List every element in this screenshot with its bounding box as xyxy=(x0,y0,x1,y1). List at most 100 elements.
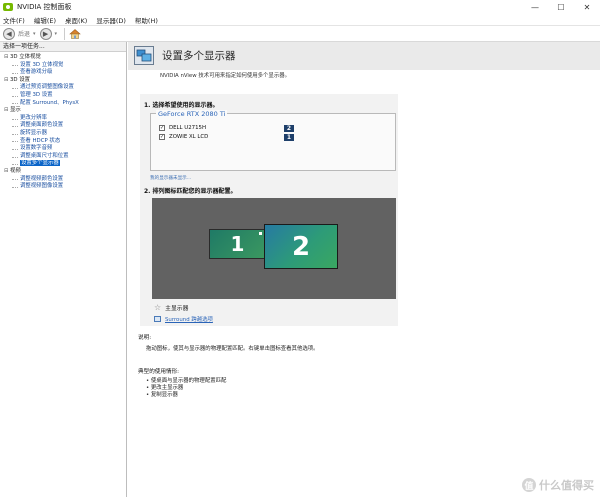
display-checkbox-dell[interactable]: ✓ xyxy=(159,125,165,131)
forward-arrow-icon: ▶ xyxy=(42,29,49,38)
monitor-2-label: 2 xyxy=(291,231,311,262)
task-panel: 选择一项任务... ⊟3D 立体视觉 设置 3D 立体视觉 查看游戏分级 ⊟3D… xyxy=(0,42,127,497)
window-title: NVIDIA 控制面板 xyxy=(17,3,72,11)
tree-item-desktop-size[interactable]: 调整桌面尺寸和位置 xyxy=(0,153,126,161)
step-2-heading: 2. 排列图标匹配您的显示器配置。 xyxy=(144,188,237,195)
close-button[interactable]: ✕ xyxy=(574,0,600,14)
back-label: 后退 xyxy=(18,31,31,38)
category-label: 3D 设置 xyxy=(10,76,31,83)
menu-file[interactable]: 文件(F) xyxy=(3,15,25,25)
tree-item-digital-audio[interactable]: 设置数字音频 xyxy=(0,145,126,153)
tree-item-label: 查看 HDCP 状态 xyxy=(20,137,61,144)
tree-item-game-ratings[interactable]: 查看游戏分级 xyxy=(0,69,126,77)
tree-item-label: 设置 3D 立体视觉 xyxy=(20,61,64,68)
tree-item-label: 设置数字音频 xyxy=(20,145,53,152)
monitor-2-icon[interactable]: 2 xyxy=(264,224,338,269)
gpu-group: GeForce RTX 2080 Ti ✓ DELL U2715H 2 ✓ ZO… xyxy=(150,110,396,171)
tree-item-hdcp-status[interactable]: 查看 HDCP 状态 xyxy=(0,138,126,146)
tree-item-rotate-display[interactable]: 旋转显示器 xyxy=(0,130,126,138)
tree-item-label: 设置多个显示器 xyxy=(20,160,60,167)
tree-item-label: 调整桌面尺寸和位置 xyxy=(20,152,69,159)
usage-item: 更改主显示器 xyxy=(146,385,226,392)
usage-list: 使桌面与显示器的物理配置匹配 更改主显示器 复制显示器 xyxy=(146,378,226,399)
star-icon: ☆ xyxy=(154,303,162,312)
display-arrangement-canvas[interactable]: 1 2 xyxy=(152,198,396,299)
multiple-displays-icon xyxy=(134,46,154,65)
menu-help[interactable]: 帮助(H) xyxy=(135,15,158,25)
display-row-dell: ✓ DELL U2715H xyxy=(159,124,206,132)
title-bar: NVIDIA 控制面板 — ☐ ✕ xyxy=(0,0,600,14)
display-name-zowie: ZOWIE XL LCD xyxy=(169,134,209,140)
forward-dropdown-icon[interactable]: ▾ xyxy=(55,31,58,37)
category-label: 视频 xyxy=(10,167,21,174)
watermark: 值 什么值得买 xyxy=(522,477,594,493)
task-panel-title: 选择一项任务... xyxy=(0,42,126,52)
display-number-badge-zowie: 1 xyxy=(284,134,294,141)
forward-button[interactable]: ▶ xyxy=(39,27,52,40)
toolbar-divider xyxy=(64,27,66,40)
home-button[interactable] xyxy=(68,27,81,40)
display-name-dell: DELL U2715H xyxy=(169,125,206,131)
tree-item-label: 管理 3D 设置 xyxy=(20,91,53,98)
display-setup-section: 1. 选择希望使用的显示器。 GeForce RTX 2080 Ti ✓ DEL… xyxy=(140,94,398,326)
tree-item-label: 调整视频颜色设置 xyxy=(20,175,64,182)
tree-item-label: 通过预览调整图像设置 xyxy=(20,84,74,91)
tree-item-manage-3d[interactable]: 管理 3D 设置 xyxy=(0,92,126,100)
page-title: 设置多个显示器 xyxy=(162,50,236,62)
tree-item-desktop-color[interactable]: 调整桌面颜色设置 xyxy=(0,122,126,130)
surround-options-link[interactable]: Surround 跨越选项 xyxy=(154,315,213,323)
back-button[interactable]: ◀ xyxy=(3,27,15,40)
monitor-1-icon[interactable]: 1 xyxy=(209,229,266,259)
primary-display-label: 主显示器 xyxy=(165,306,189,312)
minimize-button[interactable]: — xyxy=(522,0,548,14)
tree-item-video-image[interactable]: 调整视频图像设置 xyxy=(0,183,126,191)
help-text: 拖动图标，使其与显示器的物理配置匹配。右键单击图标查看其他选项。 xyxy=(146,346,319,352)
tree-item-setup-stereo[interactable]: 设置 3D 立体视觉 xyxy=(0,62,126,70)
category-label: 3D 立体视觉 xyxy=(10,54,41,60)
tree-category-video[interactable]: ⊟视频 xyxy=(0,168,126,176)
tree-item-label: 更改分辨率 xyxy=(20,114,47,121)
display-number-badge-dell: 2 xyxy=(284,125,294,132)
category-label: 显示 xyxy=(10,107,21,114)
tree-item-multiple-displays[interactable]: 设置多个显示器 xyxy=(0,160,126,168)
menu-bar: 文件(F) 编辑(E) 桌面(K) 显示器(D) 帮助(H) xyxy=(0,14,600,25)
menu-edit[interactable]: 编辑(E) xyxy=(34,15,56,25)
window-controls: — ☐ ✕ xyxy=(522,0,600,14)
nvidia-logo-icon xyxy=(3,3,13,11)
back-arrow-icon: ◀ xyxy=(6,29,12,38)
step-1-heading: 1. 选择希望使用的显示器。 xyxy=(144,102,219,109)
toolbar: ◀ 后退 ▾ ▶ ▾ xyxy=(0,25,600,42)
usage-heading: 典型的使用情形: xyxy=(138,369,180,375)
menu-desktop[interactable]: 桌面(K) xyxy=(65,15,87,25)
watermark-badge-icon: 值 xyxy=(522,478,536,492)
tree-item-video-color[interactable]: 调整视频颜色设置 xyxy=(0,176,126,184)
tree-item-surround-physx[interactable]: 配置 Surround、PhysX xyxy=(0,100,126,108)
tree-item-label: 旋转显示器 xyxy=(20,129,47,136)
task-tree: ⊟3D 立体视觉 设置 3D 立体视觉 查看游戏分级 ⊟3D 设置 通过预览调整… xyxy=(0,52,126,191)
usage-item: 使桌面与显示器的物理配置匹配 xyxy=(146,378,226,385)
display-checkbox-zowie[interactable]: ✓ xyxy=(159,134,165,140)
tree-item-label: 查看游戏分级 xyxy=(20,69,53,76)
tree-item-label: 调整桌面颜色设置 xyxy=(20,122,64,129)
tree-item-image-preview[interactable]: 通过预览调整图像设置 xyxy=(0,84,126,92)
tree-item-label: 调整视频图像设置 xyxy=(20,183,64,190)
primary-marker-icon xyxy=(259,232,262,235)
monitor-1-label: 1 xyxy=(230,232,245,256)
display-row-zowie: ✓ ZOWIE XL LCD xyxy=(159,133,208,141)
menu-display[interactable]: 显示器(D) xyxy=(96,15,126,25)
page-description: NVIDIA nView 技术可用来指定如何使用多个显示器。 xyxy=(160,73,291,79)
tree-item-label: 配置 Surround、PhysX xyxy=(20,99,79,106)
watermark-text: 什么值得买 xyxy=(539,479,594,492)
back-dropdown-icon[interactable]: ▾ xyxy=(33,31,36,37)
tree-category-3d-stereo[interactable]: ⊟3D 立体视觉 xyxy=(0,54,126,62)
surround-options-label[interactable]: Surround 跨越选项 xyxy=(165,315,213,323)
primary-display-legend: ☆ 主显示器 xyxy=(154,303,188,312)
usage-item: 复制显示器 xyxy=(146,392,226,399)
tree-item-resolution[interactable]: 更改分辨率 xyxy=(0,115,126,123)
display-not-shown-link[interactable]: 我的显示器未显示... xyxy=(150,175,191,181)
tree-category-display[interactable]: ⊟显示 xyxy=(0,107,126,115)
surround-icon xyxy=(154,316,161,322)
help-heading: 说明: xyxy=(138,335,152,341)
content-panel: 设置多个显示器 NVIDIA nView 技术可用来指定如何使用多个显示器。 1… xyxy=(128,42,600,497)
maximize-button[interactable]: ☐ xyxy=(548,0,574,14)
